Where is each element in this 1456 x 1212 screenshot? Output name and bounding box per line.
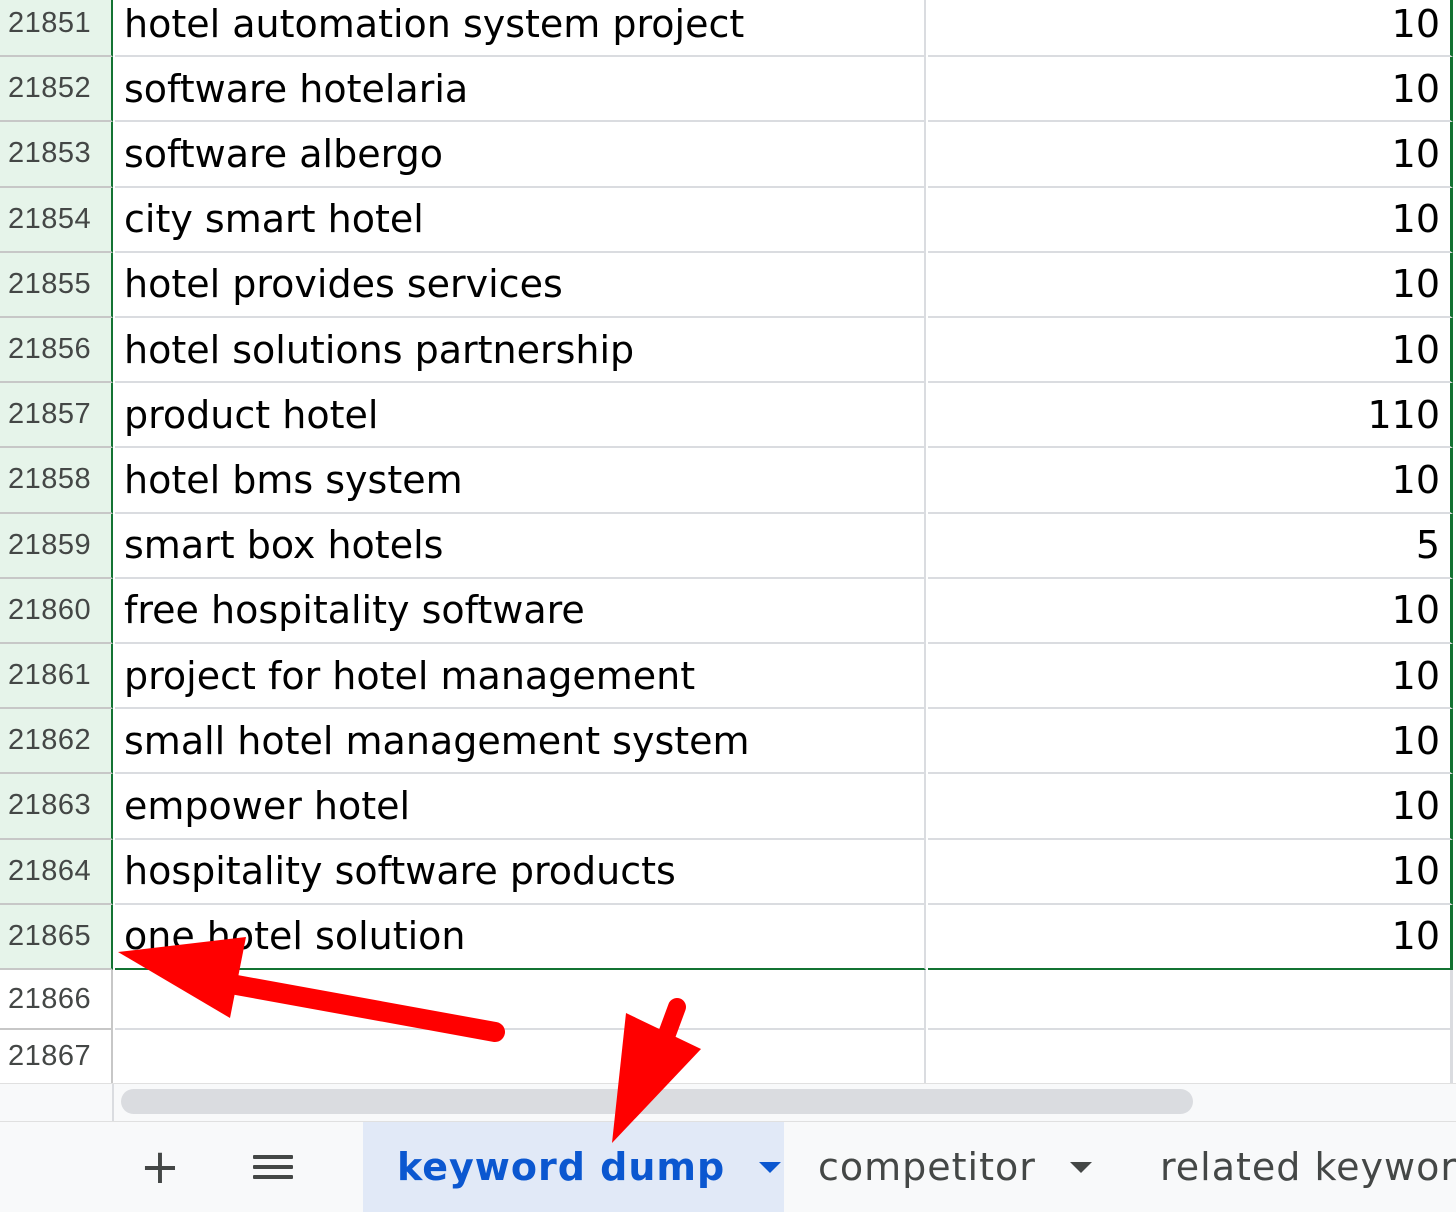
sheet-tab-bar: + keyword dump competitor related keywor <box>0 1121 1456 1212</box>
table-row: 21852 software hotelaria 10 <box>0 57 1456 123</box>
row-header[interactable]: 21861 <box>0 644 113 710</box>
volume-cell[interactable]: 10 <box>928 709 1453 775</box>
row-header[interactable]: 21859 <box>0 513 113 579</box>
row-header[interactable]: 21853 <box>0 122 113 188</box>
table-row: 21862 small hotel management system 10 <box>0 709 1456 775</box>
table-row: 21865 one hotel solution 10 <box>0 904 1456 970</box>
table-row: 21855 hotel provides services 10 <box>0 252 1456 318</box>
table-row: 21866 <box>0 970 1456 1030</box>
volume-cell[interactable]: 10 <box>928 187 1453 253</box>
keyword-cell[interactable]: software albergo <box>115 122 926 188</box>
volume-cell[interactable]: 10 <box>928 318 1453 384</box>
keyword-cell[interactable]: smart box hotels <box>115 513 926 579</box>
row-header[interactable]: 21852 <box>0 57 113 123</box>
volume-cell[interactable] <box>928 1030 1453 1085</box>
tab-keyword-dump[interactable]: keyword dump <box>363 1122 784 1212</box>
row-header[interactable]: 21865 <box>0 904 113 970</box>
volume-cell[interactable]: 10 <box>928 57 1453 123</box>
tab-related-keywords[interactable]: related keywor <box>1160 1122 1456 1212</box>
row-header[interactable]: 21851 <box>0 0 113 58</box>
table-row: 21861 project for hotel management 10 <box>0 644 1456 710</box>
keyword-cell[interactable] <box>115 1030 926 1085</box>
table-row: 21863 empower hotel 10 <box>0 774 1456 840</box>
keyword-cell[interactable]: hotel bms system <box>115 448 926 514</box>
table-row: 21851 hotel automation system project 10 <box>0 0 1456 58</box>
row-header[interactable]: 21867 <box>0 1030 113 1085</box>
tab-label: keyword dump <box>397 1145 726 1189</box>
keyword-cell[interactable]: hospitality software products <box>115 839 926 905</box>
keyword-cell[interactable]: software hotelaria <box>115 57 926 123</box>
table-row: 21853 software albergo 10 <box>0 122 1456 188</box>
horizontal-scrollbar[interactable] <box>121 1089 1193 1114</box>
row-header[interactable]: 21864 <box>0 839 113 905</box>
table-row: 21859 smart box hotels 5 <box>0 513 1456 579</box>
tab-label: related keywor <box>1160 1145 1456 1189</box>
keyword-cell[interactable]: one hotel solution <box>115 904 926 970</box>
row-header[interactable]: 21860 <box>0 578 113 644</box>
table-row: 21864 hospitality software products 10 <box>0 839 1456 905</box>
row-header[interactable]: 21854 <box>0 187 113 253</box>
tab-label: competitor <box>818 1145 1036 1189</box>
volume-cell[interactable]: 5 <box>928 513 1453 579</box>
table-row: 21860 free hospitality software 10 <box>0 578 1456 644</box>
keyword-cell[interactable]: free hospitality software <box>115 578 926 644</box>
volume-cell[interactable]: 10 <box>928 774 1453 840</box>
row-header[interactable]: 21855 <box>0 252 113 318</box>
row-header[interactable]: 21856 <box>0 318 113 384</box>
row-header[interactable]: 21866 <box>0 970 113 1030</box>
volume-cell[interactable]: 10 <box>928 578 1453 644</box>
chevron-down-icon[interactable] <box>1069 1161 1092 1173</box>
chevron-down-icon[interactable] <box>759 1161 782 1173</box>
row-header[interactable]: 21862 <box>0 709 113 775</box>
row-header[interactable]: 21857 <box>0 383 113 449</box>
keyword-cell[interactable]: project for hotel management <box>115 644 926 710</box>
volume-cell[interactable]: 10 <box>928 0 1453 58</box>
keyword-cell[interactable]: city smart hotel <box>115 187 926 253</box>
table-row: 21857 product hotel 110 <box>0 383 1456 449</box>
scroll-corner <box>0 1084 114 1121</box>
add-sheet-button[interactable]: + <box>130 1122 190 1212</box>
volume-cell[interactable]: 10 <box>928 904 1453 970</box>
volume-cell[interactable]: 10 <box>928 448 1453 514</box>
volume-cell[interactable]: 10 <box>928 644 1453 710</box>
table-row: 21854 city smart hotel 10 <box>0 187 1456 253</box>
keyword-cell[interactable]: product hotel <box>115 383 926 449</box>
volume-cell[interactable]: 110 <box>928 383 1453 449</box>
tab-competitor[interactable]: competitor <box>818 1122 1092 1212</box>
volume-cell[interactable]: 10 <box>928 839 1453 905</box>
row-header[interactable]: 21858 <box>0 448 113 514</box>
keyword-cell[interactable] <box>115 970 926 1030</box>
volume-cell[interactable] <box>928 970 1453 1030</box>
table-row: 21856 hotel solutions partnership 10 <box>0 318 1456 384</box>
row-header[interactable]: 21863 <box>0 774 113 840</box>
keyword-cell[interactable]: empower hotel <box>115 774 926 840</box>
table-row: 21858 hotel bms system 10 <box>0 448 1456 514</box>
keyword-cell[interactable]: hotel provides services <box>115 252 926 318</box>
keyword-cell[interactable]: small hotel management system <box>115 709 926 775</box>
keyword-cell[interactable]: hotel automation system project <box>115 0 926 58</box>
horizontal-scroll-area <box>0 1083 1456 1121</box>
volume-cell[interactable]: 10 <box>928 252 1453 318</box>
all-sheets-menu-icon[interactable] <box>240 1122 306 1212</box>
volume-cell[interactable]: 10 <box>928 122 1453 188</box>
table-row: 21867 <box>0 1030 1456 1085</box>
keyword-cell[interactable]: hotel solutions partnership <box>115 318 926 384</box>
